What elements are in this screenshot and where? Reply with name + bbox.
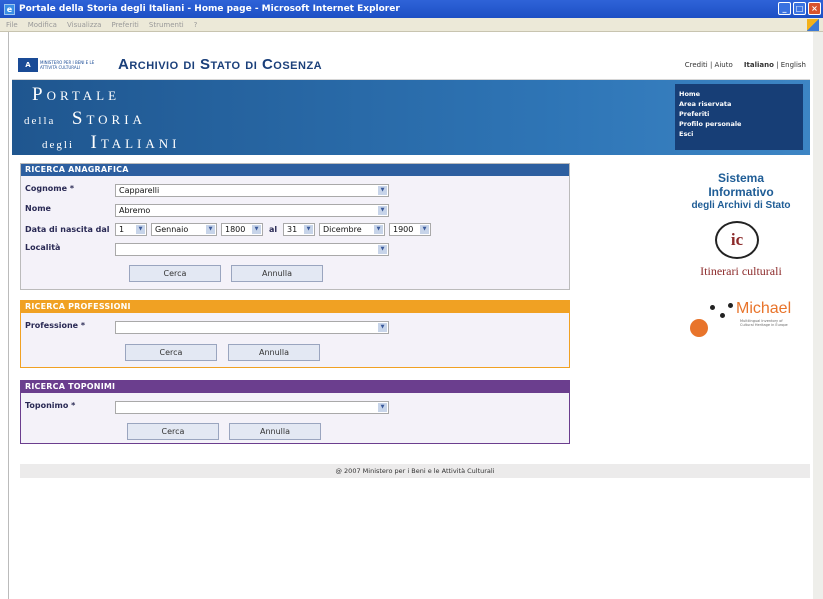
itinerari-culturali-logo-icon[interactable]: ic [715, 221, 759, 259]
cognome-select[interactable]: Capparelli [115, 184, 389, 197]
english-link[interactable]: English [781, 61, 806, 69]
michael-dot-icon [690, 319, 708, 337]
cognome-label: Cognome * [25, 184, 75, 193]
data-nascita-label: Data di nascita dal [25, 225, 110, 234]
michael-subtitle: Multilingual Inventory of Cultural Herit… [740, 319, 788, 327]
michael-dot-icon [710, 305, 715, 310]
close-button[interactable]: × [808, 2, 821, 15]
nav-preferiti[interactable]: Preferiti [679, 109, 799, 119]
site-header: A MINISTERO PER I BENI E LE ATTIVITÀ CUL… [12, 54, 810, 80]
menu-preferiti[interactable]: Preferiti [111, 21, 138, 29]
cerca-button[interactable]: Cerca [129, 265, 221, 282]
al-label: al [269, 225, 278, 234]
itinerari-culturali-label[interactable]: Itinerari culturali [685, 264, 797, 279]
ministry-logo[interactable]: A MINISTERO PER I BENI E LE ATTIVITÀ CUL… [18, 57, 106, 73]
nav-esci[interactable]: Esci [679, 129, 799, 139]
ricerca-toponimi-panel: RICERCA TOPONIMI Toponimo * Cerca Annull… [20, 380, 570, 444]
menu-visualizza[interactable]: Visualizza [67, 21, 101, 29]
toponimo-label: Toponimo * [25, 401, 76, 410]
nome-label: Nome [25, 204, 51, 213]
minimize-button[interactable]: _ [778, 2, 791, 15]
month-to-select[interactable]: Dicembre [319, 223, 385, 236]
ricerca-toponimi-header: RICERCA TOPONIMI [21, 381, 569, 393]
menu-bar: File Modifica Visualizza Preferiti Strum… [0, 18, 823, 32]
michael-dot-icon [728, 303, 733, 308]
menu-help[interactable]: ? [194, 21, 198, 29]
cerca-button[interactable]: Cerca [125, 344, 217, 361]
banner-line3: degli Italiani [42, 132, 181, 153]
nav-profilo-personale[interactable]: Profilo personale [679, 119, 799, 129]
vertical-scrollbar[interactable] [813, 32, 823, 599]
menu-file[interactable]: File [6, 21, 18, 29]
maximize-button[interactable]: □ [793, 2, 806, 15]
annulla-button[interactable]: Annulla [228, 344, 320, 361]
professione-label: Professione * [25, 321, 86, 330]
top-links: Crediti | Aiuto Italiano | English [684, 61, 806, 69]
day-from-select[interactable]: 1 [115, 223, 147, 236]
day-to-select[interactable]: 31 [283, 223, 315, 236]
windows-logo-icon [807, 19, 819, 31]
menu-modifica[interactable]: Modifica [28, 21, 57, 29]
michael-name: Michael [736, 300, 792, 317]
nav-area-riservata[interactable]: Area riservata [679, 99, 799, 109]
michael-logo[interactable]: Michael Multilingual Inventory of Cultur… [690, 299, 800, 341]
annulla-button[interactable]: Annulla [229, 423, 321, 440]
crediti-link[interactable]: Crediti [685, 61, 708, 69]
window-titlebar: e Portale della Storia degli Italiani - … [0, 0, 823, 18]
ie-icon: e [4, 3, 15, 15]
ricerca-anagrafica-panel: RICERCA ANAGRAFICA Cognome * Capparelli … [20, 163, 570, 290]
italiano-link[interactable]: Italiano [744, 61, 774, 69]
banner-line2: della Storia [24, 108, 146, 129]
annulla-button[interactable]: Annulla [231, 265, 323, 282]
portal-banner: Portale della Storia degli Italiani Home… [12, 80, 810, 155]
ministry-logo-icon: A [18, 58, 38, 72]
banner-line1: Portale [32, 84, 121, 105]
toponimo-select[interactable] [115, 401, 389, 414]
year-from-select[interactable]: 1800 [221, 223, 263, 236]
archive-title: Archivio di Stato di Cosenza [118, 56, 323, 73]
month-from-select[interactable]: Gennaio [151, 223, 217, 236]
sistema-informativo-logo[interactable]: Sistema Informativo degli Archivi di Sta… [685, 171, 797, 213]
localita-label: Località [25, 243, 61, 252]
professione-select[interactable] [115, 321, 389, 334]
menu-strumenti[interactable]: Strumenti [149, 21, 184, 29]
main-nav: Home Area riservata Preferiti Profilo pe… [675, 84, 803, 150]
window-title: Portale della Storia degli Italiani - Ho… [19, 4, 400, 14]
year-to-select[interactable]: 1900 [389, 223, 431, 236]
localita-select[interactable] [115, 243, 389, 256]
nav-home[interactable]: Home [679, 89, 799, 99]
aiuto-link[interactable]: Aiuto [715, 61, 733, 69]
footer-copyright: @ 2007 Ministero per i Beni e le Attivit… [20, 464, 810, 478]
cerca-button[interactable]: Cerca [127, 423, 219, 440]
ricerca-professioni-header: RICERCA PROFESSIONI [21, 301, 569, 313]
michael-dot-icon [720, 313, 725, 318]
ricerca-anagrafica-header: RICERCA ANAGRAFICA [21, 164, 569, 176]
nome-select[interactable]: Abremo [115, 204, 389, 217]
ricerca-professioni-panel: RICERCA PROFESSIONI Professione * Cerca … [20, 300, 570, 368]
